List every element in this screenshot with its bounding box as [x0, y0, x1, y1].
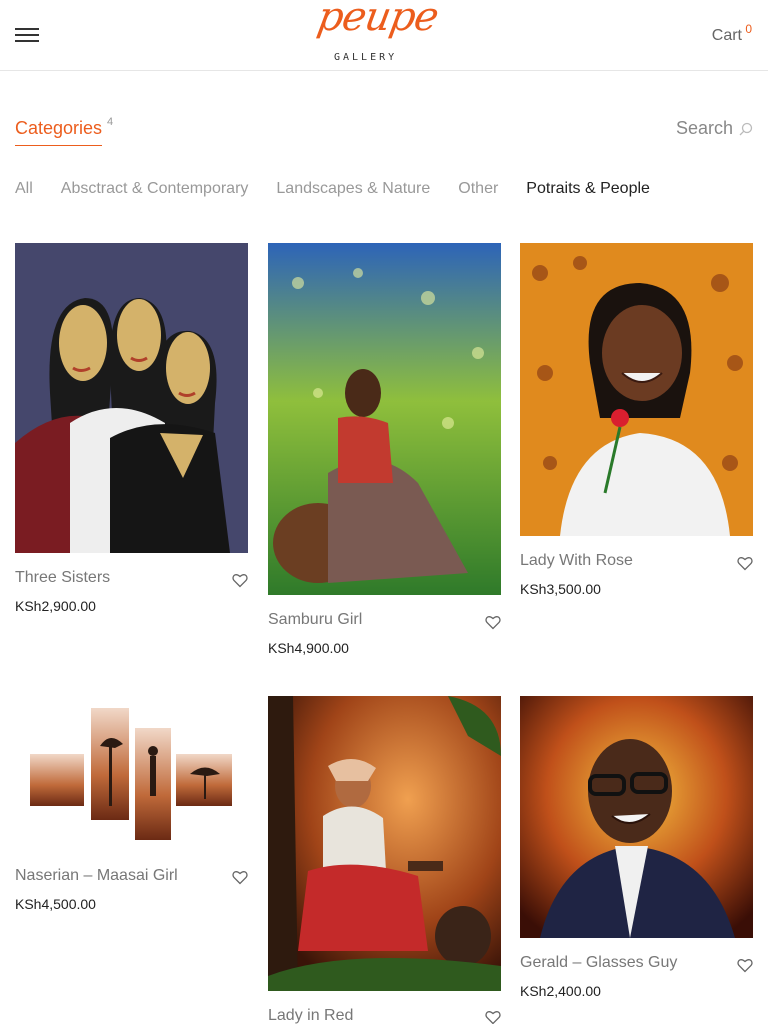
- product-title[interactable]: Naserian – Maasai Girl: [15, 867, 178, 885]
- categories-toggle[interactable]: Categories: [15, 118, 103, 146]
- site-logo[interactable]: peupe GALLERY: [314, 0, 454, 68]
- product-image-gerald-glasses-guy[interactable]: [520, 696, 753, 938]
- heart-icon[interactable]: [485, 615, 501, 630]
- filter-other[interactable]: Other: [458, 180, 498, 198]
- heart-icon[interactable]: [737, 958, 753, 973]
- product-card: Three Sisters KSh2,900.00: [15, 243, 248, 623]
- product-image-samburu-girl[interactable]: [268, 243, 501, 595]
- filter-landscapes-nature[interactable]: Landscapes & Nature: [276, 180, 430, 198]
- cart-link[interactable]: Cart: [712, 27, 742, 45]
- product-image-lady-in-red[interactable]: [268, 696, 501, 991]
- product-card: Lady in Red: [268, 696, 501, 1024]
- product-price: KSh4,900.00: [268, 640, 349, 656]
- heart-icon[interactable]: [232, 870, 248, 885]
- heart-icon[interactable]: [737, 556, 753, 571]
- product-price: KSh4,500.00: [15, 896, 96, 912]
- filter-portraits-people[interactable]: Potraits & People: [526, 180, 650, 198]
- product-card: Naserian – Maasai Girl KSh4,500.00: [15, 696, 248, 916]
- product-card: Samburu Girl KSh4,900.00: [268, 243, 501, 668]
- heart-icon[interactable]: [232, 573, 248, 588]
- heart-icon[interactable]: [485, 1010, 501, 1024]
- cart-count-badge: 0: [745, 22, 752, 36]
- product-image-three-sisters[interactable]: [15, 243, 248, 553]
- categories-count: 4: [107, 116, 114, 128]
- site-header: peupe GALLERY Cart 0: [0, 0, 768, 71]
- product-title[interactable]: Samburu Girl: [268, 611, 362, 629]
- product-card: Gerald – Glasses Guy KSh2,400.00: [520, 696, 753, 1006]
- product-title[interactable]: Three Sisters: [15, 569, 110, 587]
- hamburger-menu-icon[interactable]: [15, 26, 39, 44]
- logo-subtitle: GALLERY: [334, 52, 398, 63]
- product-price: KSh2,900.00: [15, 598, 96, 614]
- search-button[interactable]: Search: [676, 118, 753, 139]
- product-image-lady-with-rose[interactable]: [520, 243, 753, 536]
- product-title[interactable]: Lady With Rose: [520, 552, 633, 570]
- filter-abstract-contemporary[interactable]: Absctract & Contemporary: [61, 180, 249, 198]
- product-card: Lady With Rose KSh3,500.00: [520, 243, 753, 603]
- product-price: KSh2,400.00: [520, 983, 601, 999]
- product-title[interactable]: Lady in Red: [268, 1007, 353, 1024]
- logo-script: peupe: [313, 0, 442, 40]
- product-image-naserian-maasai-girl[interactable]: [15, 696, 248, 846]
- product-title[interactable]: Gerald – Glasses Guy: [520, 954, 677, 972]
- search-label: Search: [675, 118, 733, 138]
- search-icon: [739, 122, 753, 135]
- product-price: KSh3,500.00: [520, 581, 601, 597]
- filter-all[interactable]: All: [15, 180, 33, 198]
- category-filters: All Absctract & Contemporary Landscapes …: [15, 180, 678, 198]
